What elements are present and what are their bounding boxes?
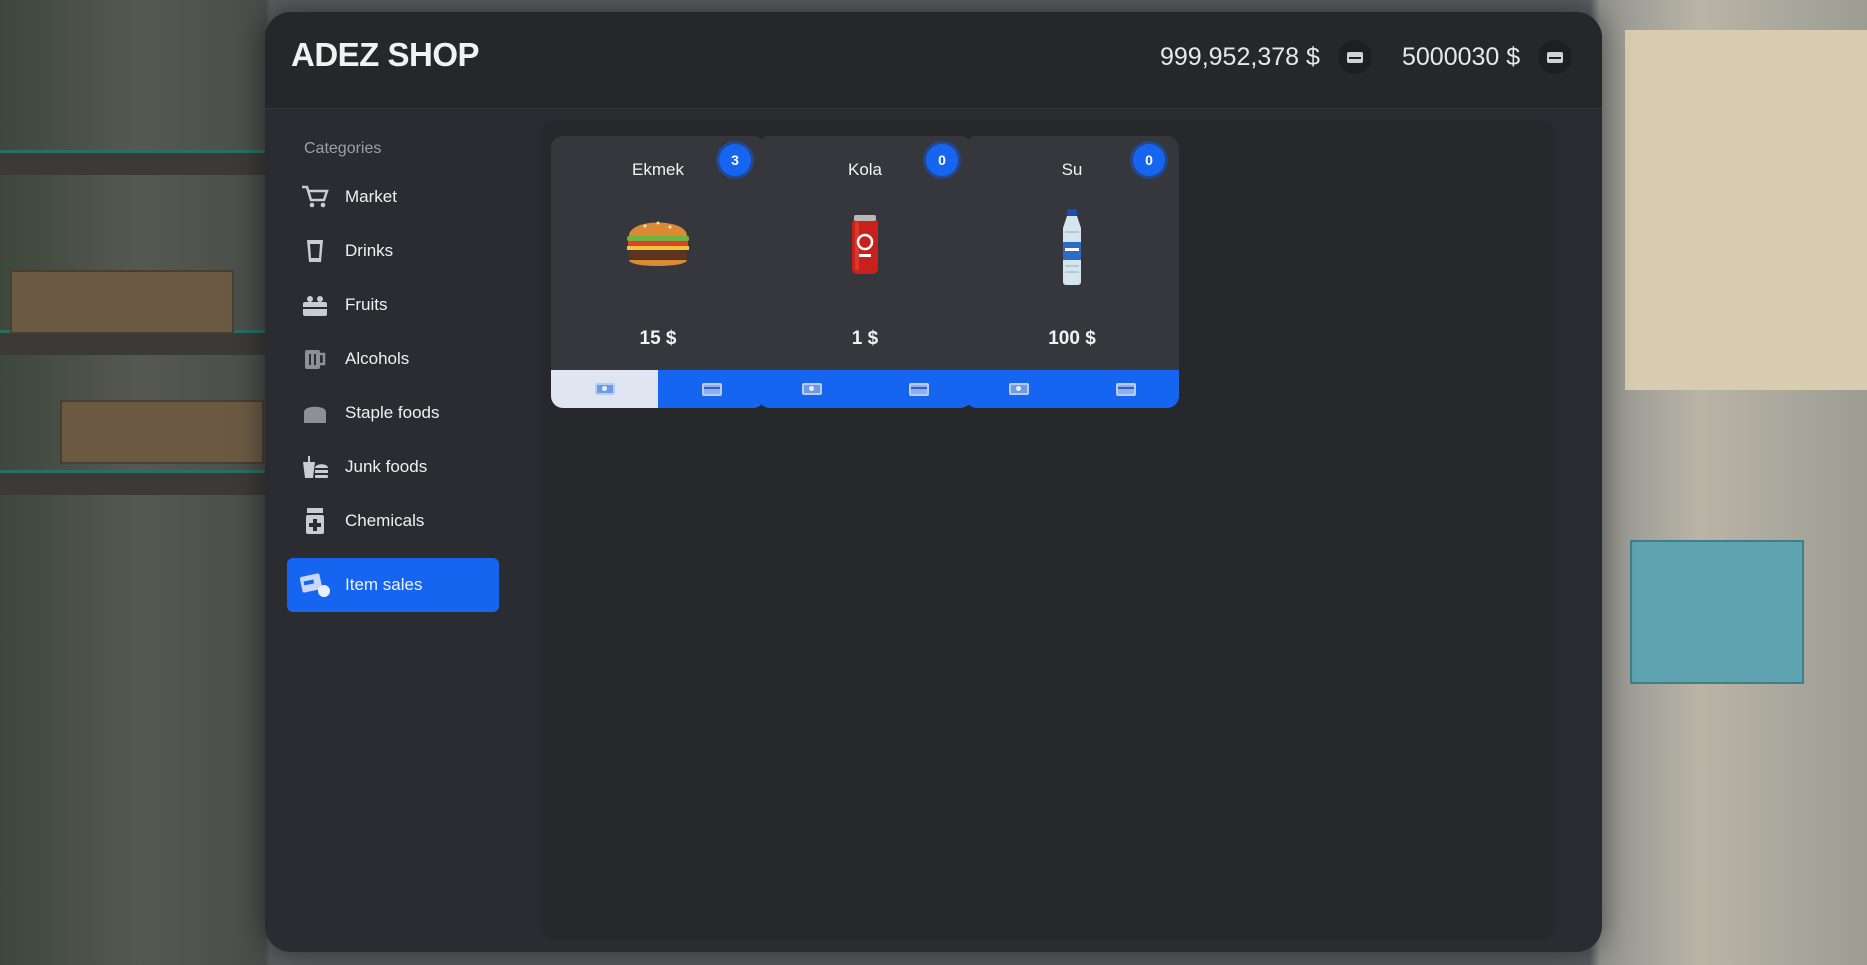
category-label: Staple foods [345, 403, 440, 422]
product-card: Su 0 100 $ [965, 136, 1179, 408]
sales-icon [297, 567, 333, 603]
card-icon [1538, 40, 1573, 74]
category-item-sales[interactable]: Item sales [287, 558, 499, 612]
pay-cash-button[interactable] [758, 370, 865, 408]
shelf-decor [0, 470, 265, 495]
mug-icon [297, 341, 333, 377]
category-drinks[interactable]: Drinks [287, 224, 499, 278]
wallet-icon [1337, 40, 1372, 74]
category-chemicals[interactable]: Chemicals [287, 494, 499, 548]
product-card: Kola 0 1 $ [758, 136, 972, 408]
categories-heading: Categories [304, 140, 382, 157]
cash-amount: 999,952,378 $ [1160, 42, 1320, 71]
pay-card-button[interactable] [658, 370, 765, 408]
category-staple-foods[interactable]: Staple foods [287, 386, 499, 440]
basket-icon [297, 287, 333, 323]
bank-amount: 5000030 $ [1402, 42, 1521, 71]
shop-panel: ADEZ SHOP 999,952,378 $ 5000030 $ Catego… [265, 12, 1602, 952]
quantity-badge: 0 [926, 144, 958, 176]
bank-card-icon [1115, 382, 1136, 396]
cash-icon [594, 383, 615, 395]
category-label: Alcohols [345, 349, 410, 368]
purchase-options [551, 370, 765, 408]
crate-decor [60, 400, 264, 464]
category-label: Drinks [345, 241, 394, 260]
category-junk-foods[interactable]: Junk foods [287, 440, 499, 494]
category-alcohols[interactable]: Alcohols [287, 332, 499, 386]
crate-decor [10, 270, 234, 334]
pay-cash-button[interactable] [551, 370, 658, 408]
product-card: Ekmek 3 15 $ [551, 136, 765, 408]
burger-image [623, 214, 693, 277]
quantity-badge: 0 [1133, 144, 1165, 176]
category-label: Junk foods [345, 457, 428, 476]
bank-balance: 5000030 $ [1402, 40, 1573, 74]
cash-icon [1008, 383, 1029, 395]
cup-icon [297, 233, 333, 269]
category-label: Fruits [345, 295, 388, 314]
cash-icon [801, 383, 822, 395]
category-sidebar: Categories Market Drinks Fruits Alcohols [287, 124, 499, 612]
cola-can-image [847, 214, 883, 281]
medicine-icon [297, 503, 333, 539]
category-label: Chemicals [345, 511, 425, 530]
product-price: 15 $ [639, 328, 677, 349]
box-decor [1630, 540, 1804, 684]
category-fruits[interactable]: Fruits [287, 278, 499, 332]
paper-decor [1625, 30, 1867, 390]
shelf-decor [0, 150, 265, 175]
pay-card-button[interactable] [865, 370, 972, 408]
product-area: Ekmek 3 15 $ Kola 0 1 $ Su 0 100 $ [539, 120, 1557, 940]
shop-title: ADEZ SHOP [291, 36, 480, 73]
bank-card-icon [908, 382, 929, 396]
category-label: Market [345, 187, 397, 206]
pay-card-button[interactable] [1072, 370, 1179, 408]
product-price: 100 $ [1048, 328, 1096, 349]
bank-card-icon [701, 382, 722, 396]
cash-balance: 999,952,378 $ [1160, 40, 1372, 74]
quantity-badge: 3 [719, 144, 751, 176]
category-label: Item sales [345, 575, 423, 594]
purchase-options [965, 370, 1179, 408]
bread-icon [297, 395, 333, 431]
shop-header: ADEZ SHOP 999,952,378 $ 5000030 $ [265, 12, 1602, 109]
purchase-options [758, 370, 972, 408]
category-market[interactable]: Market [287, 170, 499, 224]
pay-cash-button[interactable] [965, 370, 1072, 408]
water-bottle-image [1057, 208, 1087, 291]
cart-icon [297, 179, 333, 215]
fastfood-icon [297, 449, 333, 485]
product-price: 1 $ [851, 328, 879, 349]
